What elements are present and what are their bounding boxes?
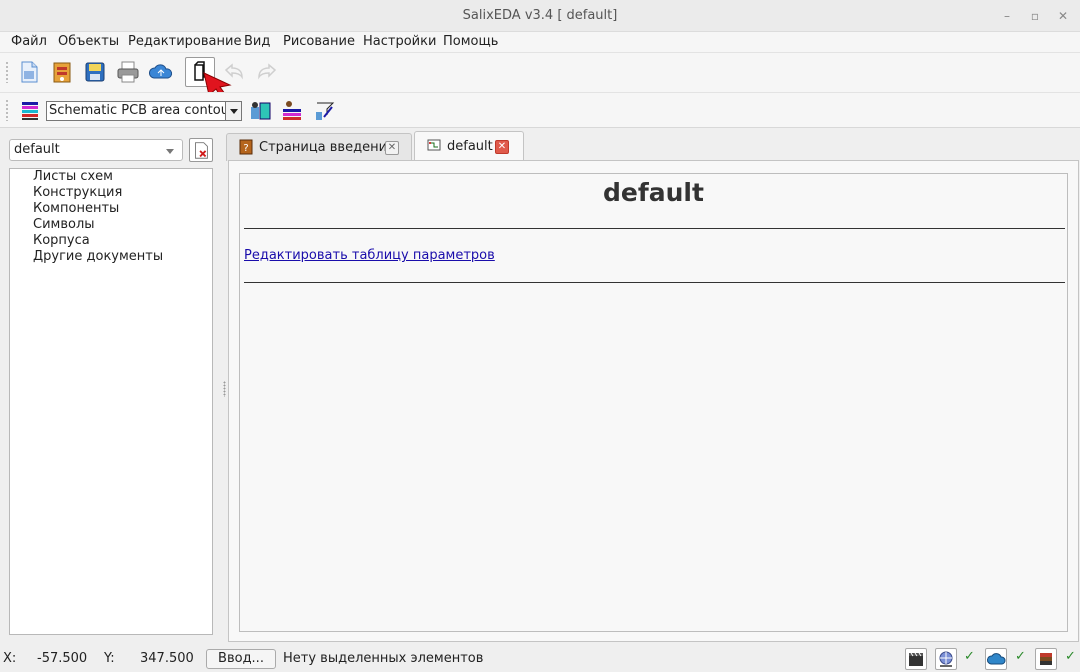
tree-item-packages[interactable]: Корпуса	[33, 233, 90, 248]
chevron-down-icon	[166, 149, 174, 154]
library-books-icon[interactable]	[1035, 648, 1057, 670]
maximize-button[interactable]: ▫	[1026, 7, 1044, 25]
enter-coords-button[interactable]: Ввод...	[206, 649, 276, 669]
project-select[interactable]: default	[9, 139, 183, 161]
network-status-check: ✓	[964, 649, 975, 664]
close-button[interactable]: ✕	[1054, 7, 1072, 25]
tab-label: default	[447, 139, 493, 154]
project-panel: default Листы схем Конструкция Компонент…	[0, 129, 222, 641]
edit-parameters-link[interactable]: Редактировать таблицу параметров	[244, 248, 495, 263]
tree-item-components[interactable]: Компоненты	[33, 201, 119, 216]
cloud-status-icon[interactable]	[985, 648, 1007, 670]
window-title: SalixEDA v3.4 [ default]	[462, 8, 618, 23]
divider	[244, 282, 1065, 283]
help-book-icon: ?	[239, 139, 253, 155]
minimize-button[interactable]: –	[998, 7, 1016, 25]
menu-settings[interactable]: Настройки	[363, 34, 436, 49]
x-coord-label: X:	[3, 651, 17, 666]
layer-select-value: Schematic PCB area contour	[49, 103, 235, 118]
tree-item-symbols[interactable]: Символы	[33, 217, 95, 232]
close-project-button[interactable]	[189, 138, 213, 162]
document-page: default Редактировать таблицу параметров	[239, 173, 1068, 632]
page-title: default	[603, 178, 704, 207]
toolbar-grip[interactable]	[5, 99, 9, 121]
menu-bar: Файл Объекты Редактирование Вид Рисовани…	[0, 32, 1080, 52]
panel-splitter[interactable]	[223, 381, 226, 397]
redo-icon[interactable]	[253, 58, 281, 86]
library-status-check: ✓	[1065, 649, 1076, 664]
tab-close-icon[interactable]: ✕	[495, 140, 509, 154]
cloud-status-check: ✓	[1015, 649, 1026, 664]
tab-intro-page[interactable]: ? Страница введения ✕	[226, 133, 412, 161]
layer-toolbar: Schematic PCB area contour	[0, 92, 1080, 128]
layer-select[interactable]: Schematic PCB area contour	[46, 101, 242, 121]
tab-default[interactable]: default ✕	[414, 131, 524, 162]
title-bar: SalixEDA v3.4 [ default] – ▫ ✕	[0, 0, 1080, 32]
menu-view[interactable]: Вид	[244, 34, 270, 49]
divider	[244, 228, 1065, 229]
document-view: default Редактировать таблицу параметров	[228, 160, 1079, 642]
save-icon[interactable]	[81, 58, 109, 86]
layers-icon[interactable]	[18, 97, 46, 125]
schematic-sheet-icon	[427, 139, 441, 151]
network-globe-icon[interactable]	[935, 648, 957, 670]
new-file-icon[interactable]	[15, 58, 43, 86]
menu-edit[interactable]: Редактирование	[128, 34, 241, 49]
layer-settings-icon[interactable]	[247, 97, 275, 125]
selection-status: Нету выделенных элементов	[283, 651, 484, 666]
svg-text:?: ?	[243, 143, 248, 154]
delete-document-icon	[195, 142, 208, 159]
menu-draw[interactable]: Рисование	[283, 34, 355, 49]
layer-edit-icon[interactable]	[279, 97, 307, 125]
cloud-icon[interactable]	[147, 58, 175, 86]
main-toolbar	[0, 52, 1080, 101]
toolbar-grip[interactable]	[5, 61, 9, 83]
tree-item-construction[interactable]: Конструкция	[33, 185, 122, 200]
clapperboard-icon[interactable]	[905, 648, 927, 670]
x-coord-value: -57.500	[37, 651, 88, 666]
layer-pen-icon[interactable]	[312, 97, 340, 125]
tab-close-icon[interactable]: ✕	[385, 141, 399, 155]
tree-item-schematic-sheets[interactable]: Листы схем	[33, 169, 113, 184]
tab-label: Страница введения	[259, 140, 395, 155]
tree-item-other-documents[interactable]: Другие документы	[33, 249, 163, 264]
y-coord-value: 347.500	[140, 651, 194, 666]
status-bar: X: -57.500 Y: 347.500 Ввод... Нету выдел…	[0, 645, 1080, 672]
tab-bar: ? Страница введения ✕ default ✕	[226, 129, 1080, 162]
menu-file[interactable]: Файл	[11, 34, 47, 49]
print-icon[interactable]	[114, 58, 142, 86]
chevron-down-icon[interactable]	[225, 102, 241, 120]
menu-help[interactable]: Помощь	[443, 34, 498, 49]
project-select-value: default	[14, 142, 60, 157]
open-project-icon[interactable]	[48, 58, 76, 86]
menu-objects[interactable]: Объекты	[58, 34, 119, 49]
project-tree[interactable]: Листы схем Конструкция Компоненты Символ…	[9, 168, 213, 635]
y-coord-label: Y:	[104, 651, 115, 666]
